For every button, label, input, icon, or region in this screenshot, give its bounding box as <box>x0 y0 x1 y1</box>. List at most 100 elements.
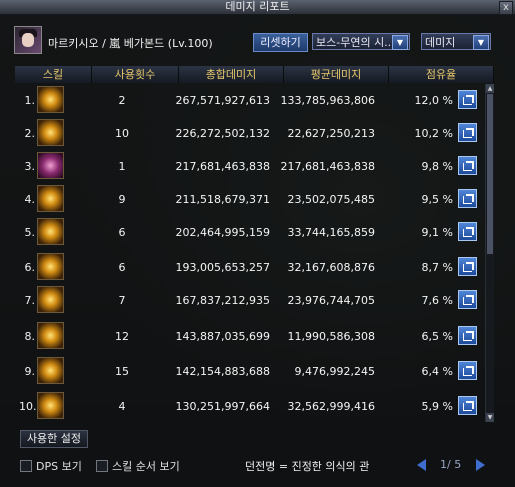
share-icon[interactable] <box>458 90 477 109</box>
table-scrollbar[interactable]: ▲ ▼ <box>485 84 494 422</box>
skill-star-icon[interactable] <box>37 322 64 349</box>
row-rank: 1. <box>24 94 36 107</box>
dps-checkbox[interactable] <box>20 460 32 472</box>
row-total: 226,272,502,132 <box>175 127 270 140</box>
character-name: 마르키시오 / 嵐 베가본드 (Lv.100) <box>48 37 213 50</box>
scroll-up-icon[interactable]: ▲ <box>486 84 494 93</box>
table-row: 7. 7 167,837,212,935 23,976,744,705 7,6 … <box>15 286 485 317</box>
skill-dash-icon[interactable] <box>37 253 64 280</box>
row-avg: 11,990,586,308 <box>287 330 375 343</box>
dungeon-name: 던전명 = 진정한 의식의 관 <box>245 460 370 473</box>
row-total: 143,887,035,699 <box>175 330 270 343</box>
row-share: 6,5 % <box>421 330 453 343</box>
table-row: 6. 6 193,005,653,257 32,167,608,876 8,7 … <box>15 253 485 284</box>
row-avg: 33,744,165,859 <box>287 226 375 239</box>
share-icon[interactable] <box>458 290 477 309</box>
share-icon[interactable] <box>458 257 477 276</box>
table-row: 9. 15 142,154,883,688 9,476,992,245 6,4 … <box>15 357 485 388</box>
skill-strike-icon[interactable] <box>37 218 64 245</box>
reset-button[interactable]: 리셋하기 <box>253 33 308 52</box>
share-icon[interactable] <box>458 222 477 241</box>
row-uses: 2 <box>118 94 126 107</box>
row-share: 8,7 % <box>421 261 453 274</box>
table-header: 스킬 사용횟수 총합데미지 평균데미지 점유율 <box>15 66 494 83</box>
skill-blade-icon[interactable] <box>37 392 64 419</box>
prev-page-icon[interactable] <box>417 459 426 471</box>
table-row: 8. 12 143,887,035,699 11,990,586,308 6,5… <box>15 322 485 353</box>
table-row: 2. 10 226,272,502,132 22,627,250,213 10,… <box>15 119 485 150</box>
row-rank: 10. <box>19 400 37 413</box>
metric-select-value: 데미지 <box>425 36 456 49</box>
row-share: 9,8 % <box>421 160 453 173</box>
row-total: 217,681,463,838 <box>175 160 270 173</box>
col-share[interactable]: 점유율 <box>389 66 494 83</box>
row-uses: 4 <box>118 400 126 413</box>
close-button[interactable]: x <box>499 1 513 15</box>
skill-order-label: 스킬 순서 보기 <box>112 460 180 473</box>
skill-burst-icon[interactable] <box>37 152 64 179</box>
dungeon-select[interactable]: 보스-무연의 시.. ▼ <box>312 33 410 50</box>
row-rank: 7. <box>24 294 36 307</box>
chevron-down-icon: ▼ <box>473 35 489 50</box>
table-row: 3. 1 217,681,463,838 217,681,463,838 9,8… <box>15 152 485 183</box>
row-rank: 6. <box>24 261 36 274</box>
row-total: 193,005,653,257 <box>175 261 270 274</box>
share-icon[interactable] <box>458 326 477 345</box>
dungeon-select-value: 보스-무연의 시.. <box>316 36 392 49</box>
row-avg: 32,562,999,416 <box>287 400 375 413</box>
col-avg[interactable]: 평균데미지 <box>284 66 389 83</box>
row-avg: 22,627,250,213 <box>287 127 375 140</box>
row-share: 9,1 % <box>421 226 453 239</box>
share-icon[interactable] <box>458 361 477 380</box>
table-row: 1. 2 267,571,927,613 133,785,963,806 12,… <box>15 86 485 117</box>
row-total: 211,518,679,371 <box>175 193 270 206</box>
share-icon[interactable] <box>458 156 477 175</box>
row-rank: 5. <box>24 226 36 239</box>
row-total: 130,251,997,664 <box>175 400 270 413</box>
row-share: 7,6 % <box>421 294 453 307</box>
dps-label: DPS 보기 <box>36 460 82 473</box>
table-row: 5. 6 202,464,995,159 33,744,165,859 9,1 … <box>15 218 485 249</box>
skill-swirl-icon[interactable] <box>37 86 64 113</box>
row-total: 142,154,883,688 <box>175 365 270 378</box>
row-total: 267,571,927,613 <box>175 94 270 107</box>
skill-wave-icon[interactable] <box>37 286 64 313</box>
share-icon[interactable] <box>458 123 477 142</box>
used-settings-tab[interactable]: 사용한 설정 <box>20 430 88 448</box>
character-avatar <box>14 26 42 54</box>
col-uses[interactable]: 사용횟수 <box>92 66 179 83</box>
row-total: 167,837,212,935 <box>175 294 270 307</box>
row-share: 5,9 % <box>421 400 453 413</box>
col-skill[interactable]: 스킬 <box>15 66 92 83</box>
footer-bar: DPS 보기 스킬 순서 보기 던전명 = 진정한 의식의 관 1/ 5 <box>0 454 515 487</box>
row-uses: 1 <box>118 160 126 173</box>
row-rank: 9. <box>24 365 36 378</box>
row-avg: 23,502,075,485 <box>287 193 375 206</box>
scroll-down-icon[interactable]: ▼ <box>486 413 494 422</box>
row-uses: 9 <box>118 193 126 206</box>
row-rank: 8. <box>24 330 36 343</box>
next-page-icon[interactable] <box>476 459 485 471</box>
row-uses: 15 <box>115 365 129 378</box>
row-uses: 6 <box>118 261 126 274</box>
row-total: 202,464,995,159 <box>175 226 270 239</box>
row-uses: 10 <box>115 127 129 140</box>
share-icon[interactable] <box>458 189 477 208</box>
row-avg: 9,476,992,245 <box>294 365 375 378</box>
share-icon[interactable] <box>458 396 477 415</box>
page-indicator: 1/ 5 <box>440 458 462 471</box>
row-rank: 3. <box>24 160 36 173</box>
skill-order-checkbox[interactable] <box>96 460 108 472</box>
skill-fire-icon[interactable] <box>37 357 64 384</box>
skill-slash-icon[interactable] <box>37 119 64 146</box>
window-title: 데미지 리포트 <box>225 0 290 13</box>
row-rank: 4. <box>24 193 36 206</box>
row-uses: 6 <box>118 226 126 239</box>
window-titlebar[interactable]: 데미지 리포트 x <box>0 0 515 15</box>
scroll-thumb[interactable] <box>487 94 493 254</box>
col-total[interactable]: 총합데미지 <box>179 66 284 83</box>
row-share: 10,2 % <box>414 127 453 140</box>
table-row: 10. 4 130,251,997,664 32,562,999,416 5,9… <box>15 392 485 423</box>
metric-select[interactable]: 데미지 ▼ <box>421 33 491 50</box>
skill-cross-icon[interactable] <box>37 185 64 212</box>
